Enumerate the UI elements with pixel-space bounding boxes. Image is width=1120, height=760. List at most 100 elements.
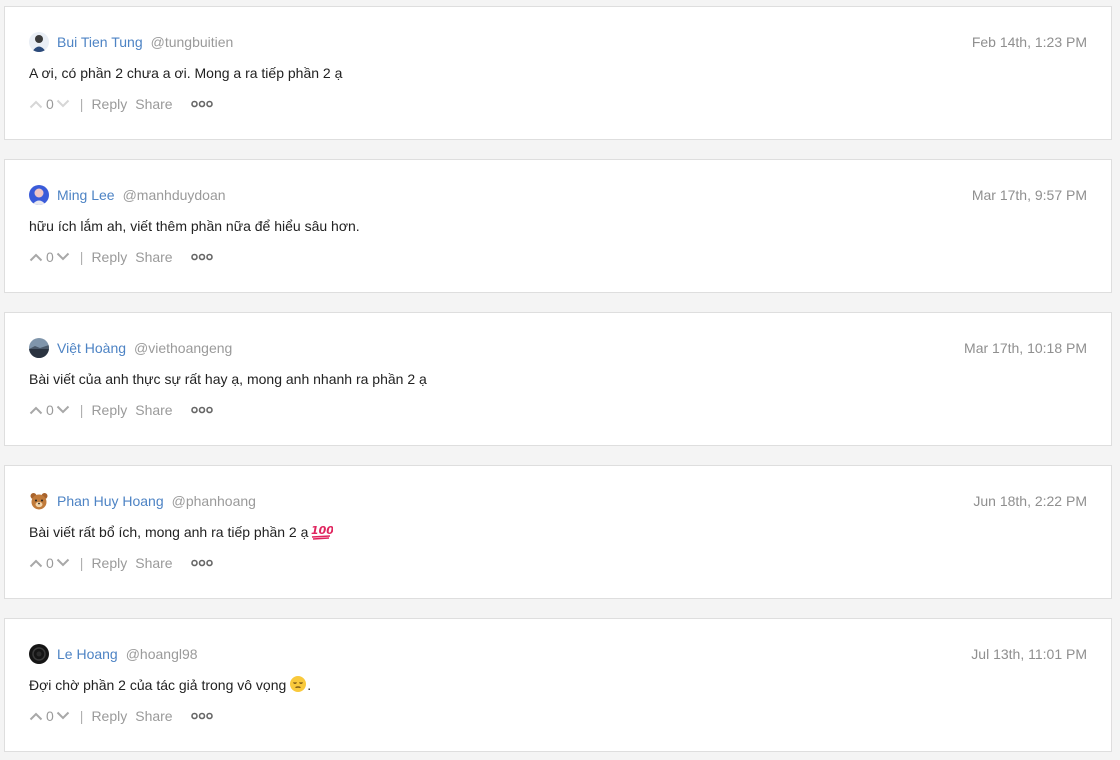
reply-button[interactable]: Reply <box>91 96 127 112</box>
chevron-up-icon <box>29 712 43 721</box>
comment-header: Phan Huy Hoang @phanhoang Jun 18th, 2:22… <box>29 490 1087 512</box>
author-handle: @hoangl98 <box>125 646 198 662</box>
comment-text-content: Đợi chờ phần 2 của tác giả trong vô vọng <box>29 677 287 693</box>
comment-card: Việt Hoàng @viethoangeng Mar 17th, 10:18… <box>4 312 1112 446</box>
author-name[interactable]: Việt Hoàng <box>57 340 126 356</box>
divider: | <box>79 249 84 265</box>
comment-text-content: hữu ích lắm ah, viết thêm phần nữa để hi… <box>29 218 360 234</box>
vote-count: 0 <box>46 708 54 724</box>
comment-header: Ming Lee @manhduydoan Mar 17th, 9:57 PM <box>29 184 1087 206</box>
more-options-button[interactable] <box>190 253 213 261</box>
comment-card: Le Hoang @hoangl98 Jul 13th, 11:01 PM Đợ… <box>4 618 1112 752</box>
upvote-button[interactable] <box>29 405 43 415</box>
avatar[interactable] <box>29 32 49 52</box>
comment-card: Phan Huy Hoang @phanhoang Jun 18th, 2:22… <box>4 465 1112 599</box>
more-dots-icon <box>190 253 213 261</box>
hundred-points-emoji: 100 <box>311 522 335 545</box>
chevron-up-icon <box>29 100 43 109</box>
downvote-button[interactable] <box>56 99 70 109</box>
comment-text-suffix: . <box>307 677 312 693</box>
downvote-button[interactable] <box>56 405 70 415</box>
reply-button[interactable]: Reply <box>91 402 127 418</box>
more-dots-icon <box>190 559 213 567</box>
more-dots-icon <box>190 406 213 414</box>
more-dots-icon <box>190 100 213 108</box>
vote-count: 0 <box>46 96 54 112</box>
comment-card: Bui Tien Tung @tungbuitien Feb 14th, 1:2… <box>4 6 1112 140</box>
chevron-up-icon <box>29 406 43 415</box>
comment-actions: 0 | Reply Share <box>29 706 213 726</box>
more-options-button[interactable] <box>190 100 213 108</box>
upvote-button[interactable] <box>29 558 43 568</box>
chevron-down-icon <box>56 252 70 261</box>
more-options-button[interactable] <box>190 559 213 567</box>
share-button[interactable]: Share <box>135 555 172 571</box>
author-handle: @manhduydoan <box>122 187 226 203</box>
share-button[interactable]: Share <box>135 96 172 112</box>
comment-actions: 0 | Reply Share <box>29 247 213 267</box>
divider: | <box>79 402 84 418</box>
divider: | <box>79 708 84 724</box>
share-button[interactable]: Share <box>135 402 172 418</box>
comment-header: Việt Hoàng @viethoangeng Mar 17th, 10:18… <box>29 337 1087 359</box>
reply-button[interactable]: Reply <box>91 555 127 571</box>
reply-button[interactable]: Reply <box>91 708 127 724</box>
avatar[interactable] <box>29 491 49 511</box>
vote-count: 0 <box>46 249 54 265</box>
comment-header: Le Hoang @hoangl98 Jul 13th, 11:01 PM <box>29 643 1087 665</box>
comment-text: hữu ích lắm ah, viết thêm phần nữa để hi… <box>29 216 1087 236</box>
comment-text-content: A ơi, có phần 2 chưa a ơi. Mong a ra tiế… <box>29 65 343 81</box>
reply-button[interactable]: Reply <box>91 249 127 265</box>
comment-timestamp[interactable]: Jul 13th, 11:01 PM <box>971 646 1087 662</box>
chevron-up-icon <box>29 559 43 568</box>
author-name[interactable]: Phan Huy Hoang <box>57 493 164 509</box>
comment-text: A ơi, có phần 2 chưa a ơi. Mong a ra tiế… <box>29 63 1087 83</box>
author-name[interactable]: Ming Lee <box>57 187 115 203</box>
author-handle: @phanhoang <box>171 493 256 509</box>
comment-timestamp[interactable]: Mar 17th, 10:18 PM <box>964 340 1087 356</box>
share-button[interactable]: Share <box>135 708 172 724</box>
author-handle: @tungbuitien <box>150 34 234 50</box>
upvote-button[interactable] <box>29 99 43 109</box>
comment-timestamp[interactable]: Feb 14th, 1:23 PM <box>972 34 1087 50</box>
downvote-button[interactable] <box>56 711 70 721</box>
divider: | <box>79 555 84 571</box>
comment-card: Ming Lee @manhduydoan Mar 17th, 9:57 PM … <box>4 159 1112 293</box>
more-options-button[interactable] <box>190 406 213 414</box>
comment-timestamp[interactable]: Jun 18th, 2:22 PM <box>973 493 1087 509</box>
more-dots-icon <box>190 712 213 720</box>
comment-actions: 0 | Reply Share <box>29 553 213 573</box>
comment-text-content: Bài viết của anh thực sự rất hay ạ, mong… <box>29 371 427 387</box>
comment-timestamp[interactable]: Mar 17th, 9:57 PM <box>972 187 1087 203</box>
downvote-button[interactable] <box>56 558 70 568</box>
divider: | <box>79 96 84 112</box>
vote-count: 0 <box>46 402 54 418</box>
comment-text: Bài viết rất bổ ích, mong anh ra tiếp ph… <box>29 522 1087 545</box>
comment-actions: 0 | Reply Share <box>29 400 213 420</box>
comment-header: Bui Tien Tung @tungbuitien Feb 14th, 1:2… <box>29 31 1087 53</box>
comment-list: Bui Tien Tung @tungbuitien Feb 14th, 1:2… <box>0 0 1120 760</box>
comment-text: Bài viết của anh thực sự rất hay ạ, mong… <box>29 369 1087 389</box>
author-name[interactable]: Le Hoang <box>57 646 118 662</box>
chevron-down-icon <box>56 405 70 414</box>
more-options-button[interactable] <box>190 712 213 720</box>
comment-text: Đợi chờ phần 2 của tác giả trong vô vọng… <box>29 675 1087 698</box>
chevron-up-icon <box>29 253 43 262</box>
downvote-button[interactable] <box>56 252 70 262</box>
author-handle: @viethoangeng <box>134 340 233 356</box>
comment-text-content: Bài viết rất bổ ích, mong anh ra tiếp ph… <box>29 524 309 540</box>
share-button[interactable]: Share <box>135 249 172 265</box>
avatar[interactable] <box>29 338 49 358</box>
chevron-down-icon <box>56 711 70 720</box>
avatar[interactable] <box>29 185 49 205</box>
upvote-button[interactable] <box>29 252 43 262</box>
chevron-down-icon <box>56 558 70 567</box>
avatar[interactable] <box>29 644 49 664</box>
comment-actions: 0 | Reply Share <box>29 94 213 114</box>
svg-text:100: 100 <box>311 524 333 537</box>
vote-count: 0 <box>46 555 54 571</box>
upvote-button[interactable] <box>29 711 43 721</box>
author-name[interactable]: Bui Tien Tung <box>57 34 143 50</box>
pensive-face-emoji <box>289 675 307 698</box>
chevron-down-icon <box>56 99 70 108</box>
